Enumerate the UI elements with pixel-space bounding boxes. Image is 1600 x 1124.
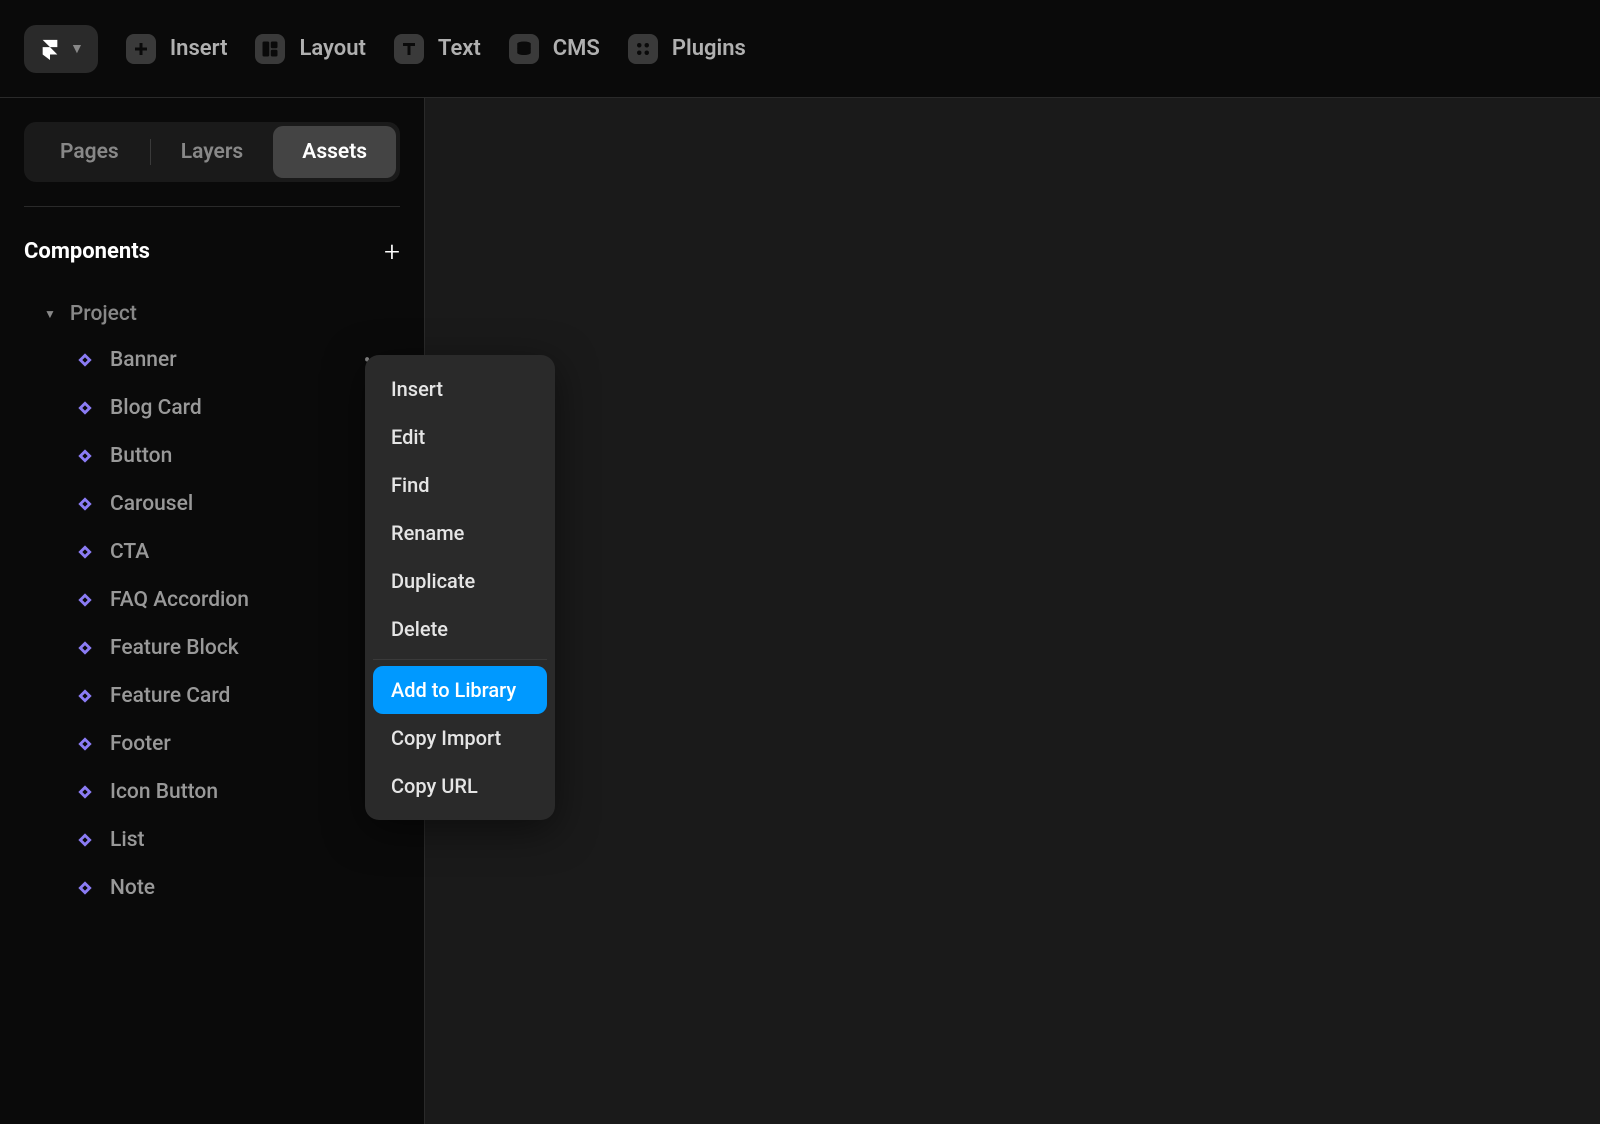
tree-group-label: Project bbox=[70, 302, 137, 326]
tab-layers[interactable]: Layers bbox=[151, 126, 274, 178]
tree-items: Banner ••• Blog Card Button bbox=[44, 336, 400, 912]
section-title: Components bbox=[24, 239, 150, 264]
component-cta[interactable]: CTA bbox=[76, 528, 400, 576]
tree-group-project[interactable]: ▼ Project bbox=[44, 292, 400, 336]
section-header: Components + bbox=[24, 235, 400, 268]
menu-insert[interactable]: Insert bbox=[373, 365, 547, 413]
component-icon bbox=[76, 687, 94, 705]
component-carousel[interactable]: Carousel bbox=[76, 480, 400, 528]
component-icon bbox=[76, 447, 94, 465]
text-icon bbox=[394, 34, 424, 64]
component-icon bbox=[76, 735, 94, 753]
add-component-button[interactable]: + bbox=[384, 235, 400, 268]
tree-item-label: Footer bbox=[110, 732, 171, 756]
main: Pages Layers Assets Components + ▼ Proje… bbox=[0, 98, 1600, 1124]
sidebar: Pages Layers Assets Components + ▼ Proje… bbox=[0, 98, 425, 1124]
toolbar-label: Layout bbox=[299, 36, 365, 61]
toolbar-cms[interactable]: CMS bbox=[509, 34, 600, 64]
component-feature-block[interactable]: Feature Block bbox=[76, 624, 400, 672]
chevron-down-icon: ▼ bbox=[70, 40, 84, 57]
component-icon bbox=[76, 879, 94, 897]
tree-item-label: Note bbox=[110, 876, 155, 900]
tree-item-label: List bbox=[110, 828, 145, 852]
database-icon bbox=[509, 34, 539, 64]
app-menu-button[interactable]: ▼ bbox=[24, 25, 98, 73]
toolbar-label: Text bbox=[438, 36, 481, 61]
framer-logo-icon bbox=[38, 37, 62, 61]
component-icon bbox=[76, 543, 94, 561]
tree-item-label: Button bbox=[110, 444, 172, 468]
component-note[interactable]: Note bbox=[76, 864, 400, 912]
sidebar-tabs: Pages Layers Assets bbox=[24, 122, 400, 182]
tree-item-label: Blog Card bbox=[110, 396, 202, 420]
toolbar-layout[interactable]: Layout bbox=[255, 34, 365, 64]
component-icon bbox=[76, 399, 94, 417]
caret-down-icon: ▼ bbox=[44, 307, 56, 321]
component-icon bbox=[76, 639, 94, 657]
menu-find[interactable]: Find bbox=[373, 461, 547, 509]
component-button[interactable]: Button bbox=[76, 432, 400, 480]
menu-delete[interactable]: Delete bbox=[373, 605, 547, 653]
component-list[interactable]: List bbox=[76, 816, 400, 864]
tree-item-label: Carousel bbox=[110, 492, 193, 516]
layout-icon bbox=[255, 34, 285, 64]
tab-assets[interactable]: Assets bbox=[273, 126, 396, 178]
component-faq-accordion[interactable]: FAQ Accordion bbox=[76, 576, 400, 624]
toolbar: ▼ Insert Layout Text bbox=[0, 0, 1600, 98]
menu-copy-url[interactable]: Copy URL bbox=[373, 762, 547, 810]
menu-divider bbox=[373, 659, 547, 660]
component-icon bbox=[76, 351, 94, 369]
tree-item-label: CTA bbox=[110, 540, 149, 564]
tree-item-label: FAQ Accordion bbox=[110, 588, 249, 612]
menu-add-to-library[interactable]: Add to Library bbox=[373, 666, 547, 714]
context-menu: Insert Edit Find Rename Duplicate Delete… bbox=[365, 355, 555, 820]
menu-edit[interactable]: Edit bbox=[373, 413, 547, 461]
component-icon bbox=[76, 831, 94, 849]
tree-item-label: Icon Button bbox=[110, 780, 218, 804]
component-icon bbox=[76, 591, 94, 609]
toolbar-label: Insert bbox=[170, 36, 228, 61]
canvas[interactable] bbox=[425, 98, 1600, 1124]
component-icon bbox=[76, 783, 94, 801]
menu-duplicate[interactable]: Duplicate bbox=[373, 557, 547, 605]
tree-item-label: Feature Block bbox=[110, 636, 239, 660]
tree-item-label: Banner bbox=[110, 348, 177, 372]
divider bbox=[24, 206, 400, 207]
toolbar-text[interactable]: Text bbox=[394, 34, 481, 64]
plugins-icon bbox=[628, 34, 658, 64]
component-icon-button[interactable]: Icon Button bbox=[76, 768, 400, 816]
component-feature-card[interactable]: Feature Card bbox=[76, 672, 400, 720]
menu-copy-import[interactable]: Copy Import bbox=[373, 714, 547, 762]
component-blog-card[interactable]: Blog Card bbox=[76, 384, 400, 432]
tab-pages[interactable]: Pages bbox=[28, 126, 151, 178]
toolbar-label: CMS bbox=[553, 36, 600, 61]
component-footer[interactable]: Footer bbox=[76, 720, 400, 768]
toolbar-label: Plugins bbox=[672, 36, 746, 61]
toolbar-insert[interactable]: Insert bbox=[126, 34, 228, 64]
tree-item-label: Feature Card bbox=[110, 684, 230, 708]
menu-rename[interactable]: Rename bbox=[373, 509, 547, 557]
component-banner[interactable]: Banner ••• bbox=[76, 336, 400, 384]
toolbar-plugins[interactable]: Plugins bbox=[628, 34, 746, 64]
component-icon bbox=[76, 495, 94, 513]
component-tree: ▼ Project Banner ••• Blog Card bbox=[24, 292, 400, 912]
plus-icon bbox=[126, 34, 156, 64]
